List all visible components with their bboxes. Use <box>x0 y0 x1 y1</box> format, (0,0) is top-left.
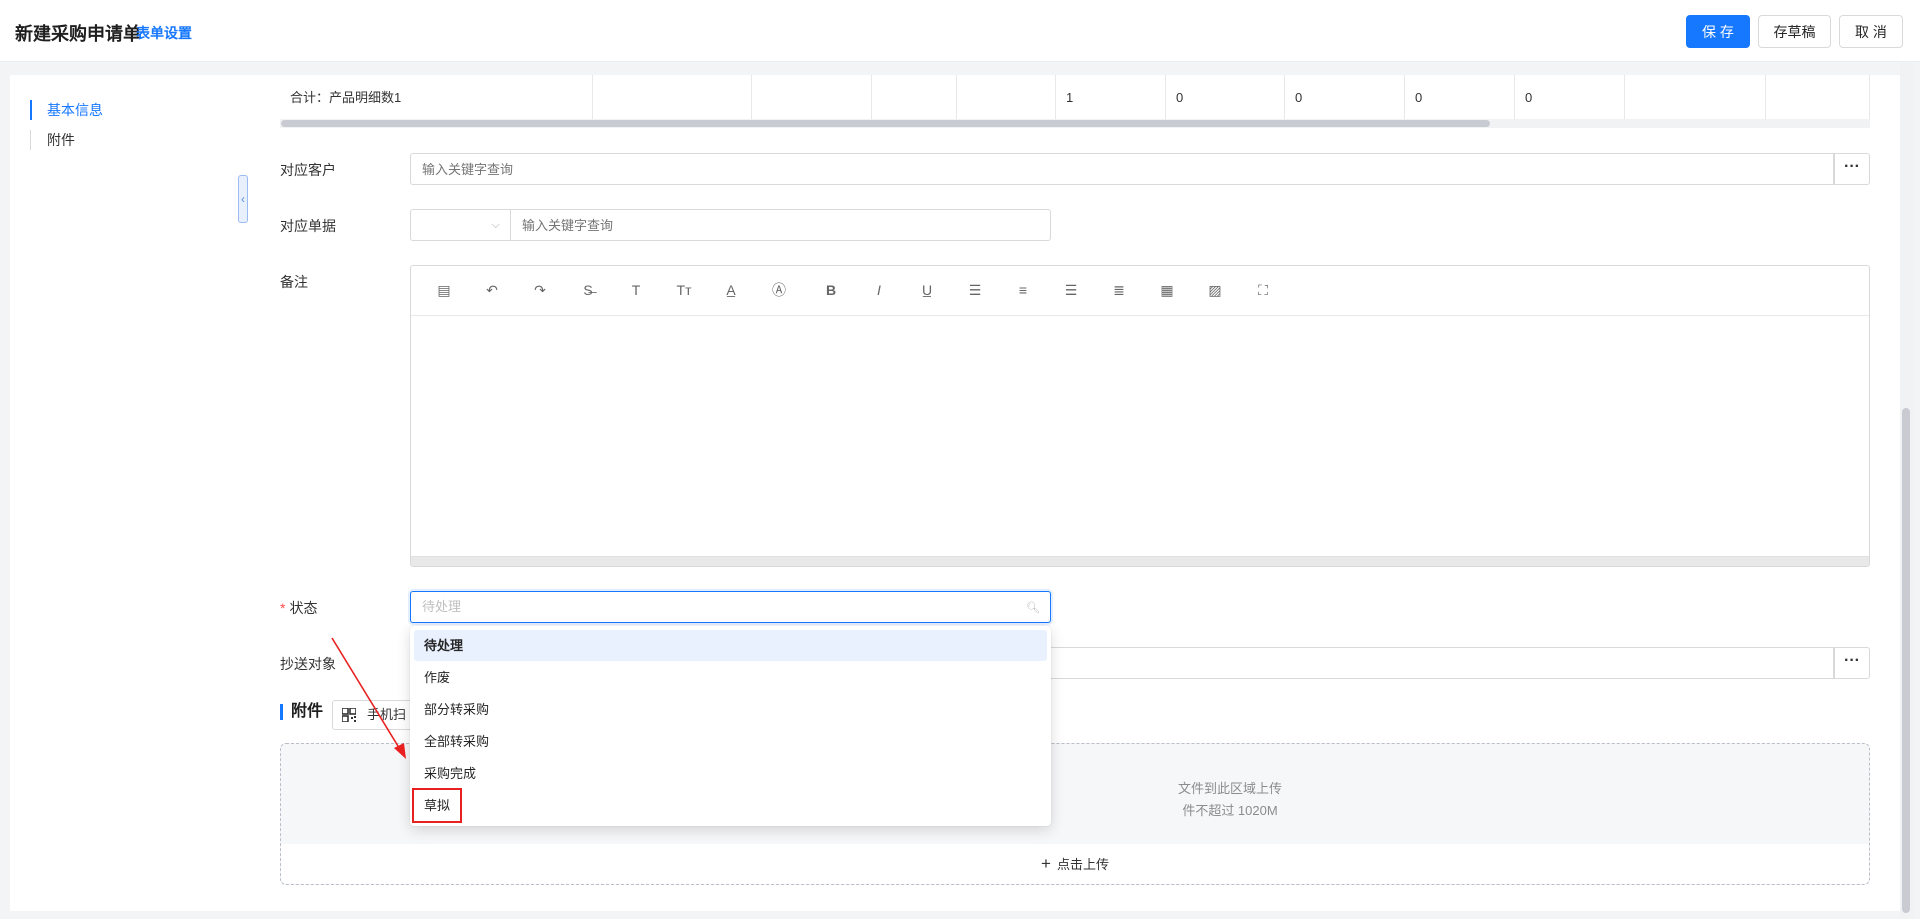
attachments-section-title: 附件 <box>280 704 323 720</box>
nav-item-basic-info[interactable]: 基本信息 <box>30 100 103 120</box>
page-title: 新建采购申请单 <box>15 24 141 44</box>
font-size-icon[interactable]: T <box>625 279 647 301</box>
editor-toolbar: ▤ ↶ ↷ S̶ T Tт A̲ Ⓐ B I U̲ ☰ ≡ ☰ ≣ ▦ ▨ ⛶ <box>411 266 1869 316</box>
summary-cell <box>1766 75 1870 120</box>
table-icon[interactable]: ▦ <box>1156 279 1178 301</box>
background-color-icon[interactable]: Ⓐ <box>768 279 790 301</box>
status-label-text: 状态 <box>289 600 318 616</box>
status-option-purchase-complete[interactable]: 采购完成 <box>414 758 1047 789</box>
redo-icon[interactable]: ↷ <box>529 279 551 301</box>
status-option-void[interactable]: 作废 <box>414 662 1047 693</box>
annotation-highlight-box <box>412 788 462 823</box>
annotation-arrow-icon <box>331 637 406 759</box>
status-placeholder: 待处理 <box>422 599 462 614</box>
plus-icon: + <box>1041 854 1051 873</box>
chevron-left-icon: ‹ <box>241 192 245 206</box>
status-dropdown: 待处理 作废 部分转采购 全部转采购 采购完成 草拟 <box>410 626 1051 826</box>
status-label: * 状态 <box>280 598 317 618</box>
customer-more-button[interactable]: ··· <box>1834 153 1870 185</box>
search-icon: 🔍︎ <box>1026 602 1040 614</box>
summary-cell: 0 <box>1285 75 1405 120</box>
status-option-partial-purchase[interactable]: 部分转采购 <box>414 694 1047 725</box>
summary-cell: 0 <box>1166 75 1285 120</box>
save-button[interactable]: 保 存 <box>1686 15 1750 48</box>
status-option-draft[interactable]: 草拟 <box>414 790 1047 821</box>
summary-cell <box>752 75 872 120</box>
strikethrough-icon[interactable]: S̶ <box>577 279 599 301</box>
font-color-icon[interactable]: A̲ <box>720 279 742 301</box>
click-upload-button[interactable]: + 点击上传 <box>281 844 1869 884</box>
summary-cell <box>957 75 1056 120</box>
editor-content-area[interactable] <box>411 316 1869 556</box>
cancel-button[interactable]: 取 消 <box>1839 15 1903 48</box>
remark-rich-text-editor[interactable]: ▤ ↶ ↷ S̶ T Tт A̲ Ⓐ B I U̲ ☰ ≡ ☰ ≣ ▦ ▨ ⛶ <box>410 265 1870 567</box>
document-type-select[interactable]: ⌵ <box>410 209 511 241</box>
save-draft-button[interactable]: 存草稿 <box>1758 15 1831 48</box>
summary-cell: 0 <box>1405 75 1515 120</box>
underline-icon[interactable]: U̲ <box>916 279 938 301</box>
cc-more-button[interactable]: ··· <box>1834 647 1870 679</box>
status-option-full-purchase[interactable]: 全部转采购 <box>414 726 1047 757</box>
page-header: 新建采购申请单 表单设置 保 存 存草稿 取 消 <box>0 0 1920 62</box>
page-scrollbar-thumb[interactable] <box>1902 408 1910 913</box>
undo-icon[interactable]: ↶ <box>481 279 503 301</box>
bold-icon[interactable]: B <box>820 279 842 301</box>
summary-label: 合计：产品明细数1 <box>280 75 593 120</box>
fullscreen-icon[interactable]: ⛶ <box>1252 279 1274 301</box>
summary-cell <box>1625 75 1766 120</box>
customer-label: 对应客户 <box>280 162 336 178</box>
image-icon[interactable]: ▨ <box>1204 279 1226 301</box>
product-summary-row: 合计：产品明细数1 1 0 0 0 0 <box>280 75 1870 120</box>
collapse-sidebar-handle[interactable]: ‹ <box>238 175 248 223</box>
form-settings-link[interactable]: 表单设置 <box>136 23 192 43</box>
status-select[interactable]: 待处理 🔍︎ <box>410 591 1051 623</box>
summary-cell <box>872 75 957 120</box>
summary-cell: 1 <box>1056 75 1166 120</box>
section-nav: 基本信息 附件 <box>10 75 248 911</box>
chevron-down-icon: ⌵ <box>491 219 500 231</box>
table-scrollbar-thumb[interactable] <box>281 120 1490 127</box>
document-label: 对应单据 <box>280 218 336 234</box>
summary-cell <box>593 75 752 120</box>
justify-icon[interactable]: ≣ <box>1108 279 1130 301</box>
align-left-icon[interactable]: ☰ <box>964 279 986 301</box>
summary-cell: 0 <box>1515 75 1625 120</box>
customer-search-input[interactable] <box>410 153 1834 185</box>
status-option-pending[interactable]: 待处理 <box>414 630 1047 661</box>
click-upload-label: 点击上传 <box>1056 857 1109 872</box>
align-center-icon[interactable]: ≡ <box>1012 279 1034 301</box>
template-icon[interactable]: ▤ <box>433 279 455 301</box>
required-mark: * <box>280 600 286 616</box>
remark-label: 备注 <box>280 274 308 290</box>
text-format-icon[interactable]: Tт <box>673 279 695 301</box>
editor-resize-bar[interactable] <box>411 556 1869 566</box>
nav-item-attachments[interactable]: 附件 <box>30 130 75 150</box>
italic-icon[interactable]: I <box>868 279 890 301</box>
align-right-icon[interactable]: ☰ <box>1060 279 1082 301</box>
document-search-input[interactable] <box>510 209 1051 241</box>
